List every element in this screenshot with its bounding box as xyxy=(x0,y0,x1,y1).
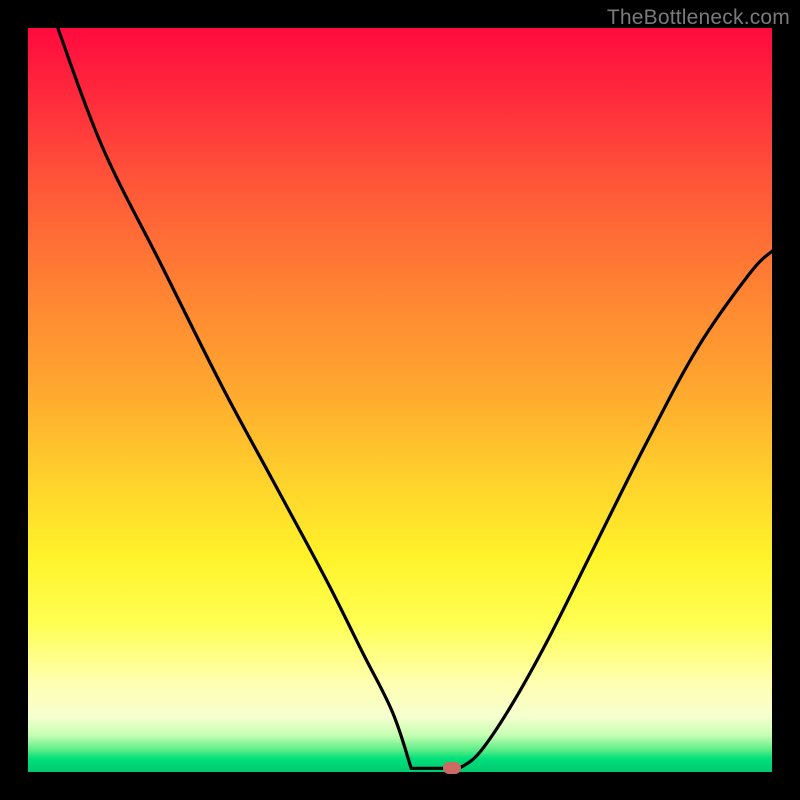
curve-path xyxy=(58,28,772,768)
watermark-text: TheBottleneck.com xyxy=(607,6,790,30)
plot-area xyxy=(28,28,772,772)
minimum-marker xyxy=(443,762,461,774)
chart-frame: TheBottleneck.com xyxy=(0,0,800,800)
bottleneck-curve xyxy=(28,28,772,772)
